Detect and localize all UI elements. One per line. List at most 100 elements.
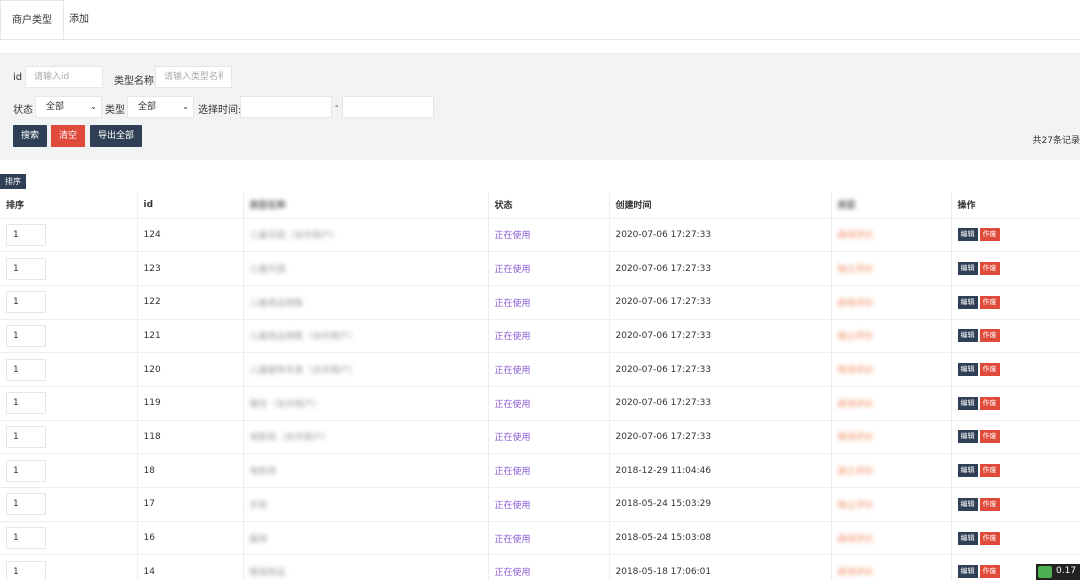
table-row: 1 120 儿童服饰专卖（合作商户） 正在使用 2020-07-06 17:27:33 商… — [0, 352, 1080, 387]
edit-button[interactable]: 编辑 — [957, 565, 978, 579]
table-row: 1 119 餐饮（合作商户） 正在使用 2020-07-06 17:27:33 商场评价 编… — [0, 386, 1080, 421]
void-button[interactable]: 作废 — [979, 228, 1000, 242]
sort-input[interactable]: 1 — [6, 223, 46, 246]
name-cell: 儿童乐园（合作商户） — [243, 218, 489, 253]
edit-button[interactable]: 编辑 — [957, 329, 978, 343]
end-time-input[interactable] — [342, 96, 434, 118]
sort-cell: 1 — [0, 218, 138, 253]
edit-button[interactable]: 编辑 — [957, 430, 978, 444]
table-row: 1 16 服饰 正在使用 2018-05-24 15:03:08 商场评价 编辑 作废 — [0, 521, 1080, 556]
name-cell: 精选商品 — [243, 554, 489, 580]
void-button[interactable]: 作废 — [979, 531, 1000, 545]
void-button[interactable]: 作废 — [979, 464, 1000, 478]
kind-cell: 商场评价 — [831, 285, 952, 320]
export-all-button[interactable]: 导出全部 — [90, 125, 143, 147]
void-button[interactable]: 作废 — [979, 430, 1000, 444]
corner-badge: 0.17 — [1036, 564, 1080, 580]
status-cell: 正在使用 — [488, 251, 610, 286]
id-cell: 18 — [137, 453, 244, 488]
type-name-input[interactable] — [155, 66, 232, 88]
sort-input[interactable]: 1 — [6, 257, 46, 280]
col-actions: 操作 — [951, 192, 1080, 219]
edit-button[interactable]: 编辑 — [957, 295, 978, 309]
sort-input[interactable]: 1 — [6, 392, 46, 415]
kind-cell: 商场评价 — [831, 386, 952, 421]
tab-merchant-type[interactable]: 商户类型 — [0, 0, 64, 40]
id-cell: 124 — [137, 218, 244, 253]
type-name-label: 类型名称 — [114, 76, 154, 87]
table-row: 1 121 儿童商品销售（合作商户） 正在使用 2020-07-06 17:27:33 独… — [0, 319, 1080, 354]
type-name: 儿童商品销售（合作商户） — [249, 332, 358, 343]
search-button[interactable]: 搜索 — [13, 125, 48, 147]
edit-button[interactable]: 编辑 — [957, 396, 978, 410]
created-cell: 2018-12-29 11:04:46 — [609, 453, 832, 488]
edit-button[interactable]: 编辑 — [957, 497, 978, 511]
id-input[interactable] — [25, 66, 103, 88]
edit-button[interactable]: 编辑 — [957, 228, 978, 242]
sort-input[interactable]: 1 — [6, 425, 46, 448]
clear-button[interactable]: 清空 — [51, 125, 86, 147]
void-button[interactable]: 作废 — [979, 329, 1000, 343]
sort-input[interactable]: 1 — [6, 324, 46, 347]
void-button[interactable]: 作废 — [979, 295, 1000, 309]
leaf-icon — [1038, 566, 1052, 578]
edit-button[interactable]: 编辑 — [957, 464, 978, 478]
name-cell: 儿童乐园 — [243, 251, 489, 286]
actions-cell: 编辑 作废 — [951, 285, 1080, 320]
sort-cell: 1 — [0, 420, 138, 455]
created-cell: 2018-05-24 15:03:08 — [609, 521, 832, 556]
created-cell: 2020-07-06 17:27:33 — [609, 285, 832, 320]
void-button[interactable]: 作废 — [979, 565, 1000, 579]
void-button[interactable]: 作废 — [979, 497, 1000, 511]
col-id: id — [137, 192, 244, 219]
sort-cell: 1 — [0, 386, 138, 421]
type-name: 儿童商品销售 — [249, 298, 304, 309]
sort-input[interactable]: 1 — [6, 291, 46, 314]
edit-button[interactable]: 编辑 — [957, 531, 978, 545]
actions-cell: 编辑 作废 — [951, 352, 1080, 387]
type-select[interactable]: 全部 ⌄ — [127, 96, 194, 118]
id-label: id — [13, 72, 23, 83]
kind-value: 商场评价 — [837, 433, 874, 444]
sort-input[interactable]: 1 — [6, 560, 46, 580]
actions-cell: 编辑 作废 — [951, 521, 1080, 556]
kind-value: 商场评价 — [837, 231, 874, 242]
sort-input[interactable]: 1 — [6, 493, 46, 516]
tab-add[interactable]: 添加 — [58, 0, 100, 40]
name-cell: 电影院 — [243, 453, 489, 488]
sort-input[interactable]: 1 — [6, 527, 46, 550]
table-row: 1 17 步街 正在使用 2018-05-24 15:03:29 独立评价 编辑 作废 — [0, 487, 1080, 522]
kind-cell: 独立评价 — [831, 319, 952, 354]
edit-button[interactable]: 编辑 — [957, 262, 978, 276]
created-cell: 2020-07-06 17:27:33 — [609, 386, 832, 421]
status-cell: 正在使用 — [488, 319, 610, 354]
type-name: 服饰 — [249, 534, 268, 545]
status-cell: 正在使用 — [488, 554, 610, 580]
status-select[interactable]: 全部 ⌄ — [35, 96, 102, 118]
sort-input[interactable]: 1 — [6, 459, 46, 482]
sort-button[interactable]: 排序 — [0, 174, 26, 189]
col-kind: 类型 — [831, 192, 952, 219]
void-button[interactable]: 作废 — [979, 396, 1000, 410]
actions-cell: 编辑 作废 — [951, 319, 1080, 354]
chevron-down-icon: ⌄ — [90, 102, 97, 111]
name-cell: 电影院（合作商户） — [243, 420, 489, 455]
sort-cell: 1 — [0, 285, 138, 320]
kind-cell: 独立评价 — [831, 453, 952, 488]
void-button[interactable]: 作废 — [979, 363, 1000, 377]
edit-button[interactable]: 编辑 — [957, 363, 978, 377]
col-type-name: 类型名称 — [243, 192, 489, 219]
kind-value: 独立评价 — [837, 500, 874, 511]
sort-cell: 1 — [0, 487, 138, 522]
table-row: 1 124 儿童乐园（合作商户） 正在使用 2020-07-06 17:27:33 商场评… — [0, 218, 1080, 253]
type-name: 精选商品 — [249, 568, 286, 579]
kind-value: 独立评价 — [837, 467, 874, 478]
status-cell: 正在使用 — [488, 521, 610, 556]
created-cell: 2020-07-06 17:27:33 — [609, 420, 832, 455]
kind-value: 商场评价 — [837, 534, 874, 545]
void-button[interactable]: 作废 — [979, 262, 1000, 276]
start-time-input[interactable] — [240, 96, 332, 118]
name-cell: 服饰 — [243, 521, 489, 556]
sort-input[interactable]: 1 — [6, 358, 46, 381]
kind-cell: 独立评价 — [831, 487, 952, 522]
